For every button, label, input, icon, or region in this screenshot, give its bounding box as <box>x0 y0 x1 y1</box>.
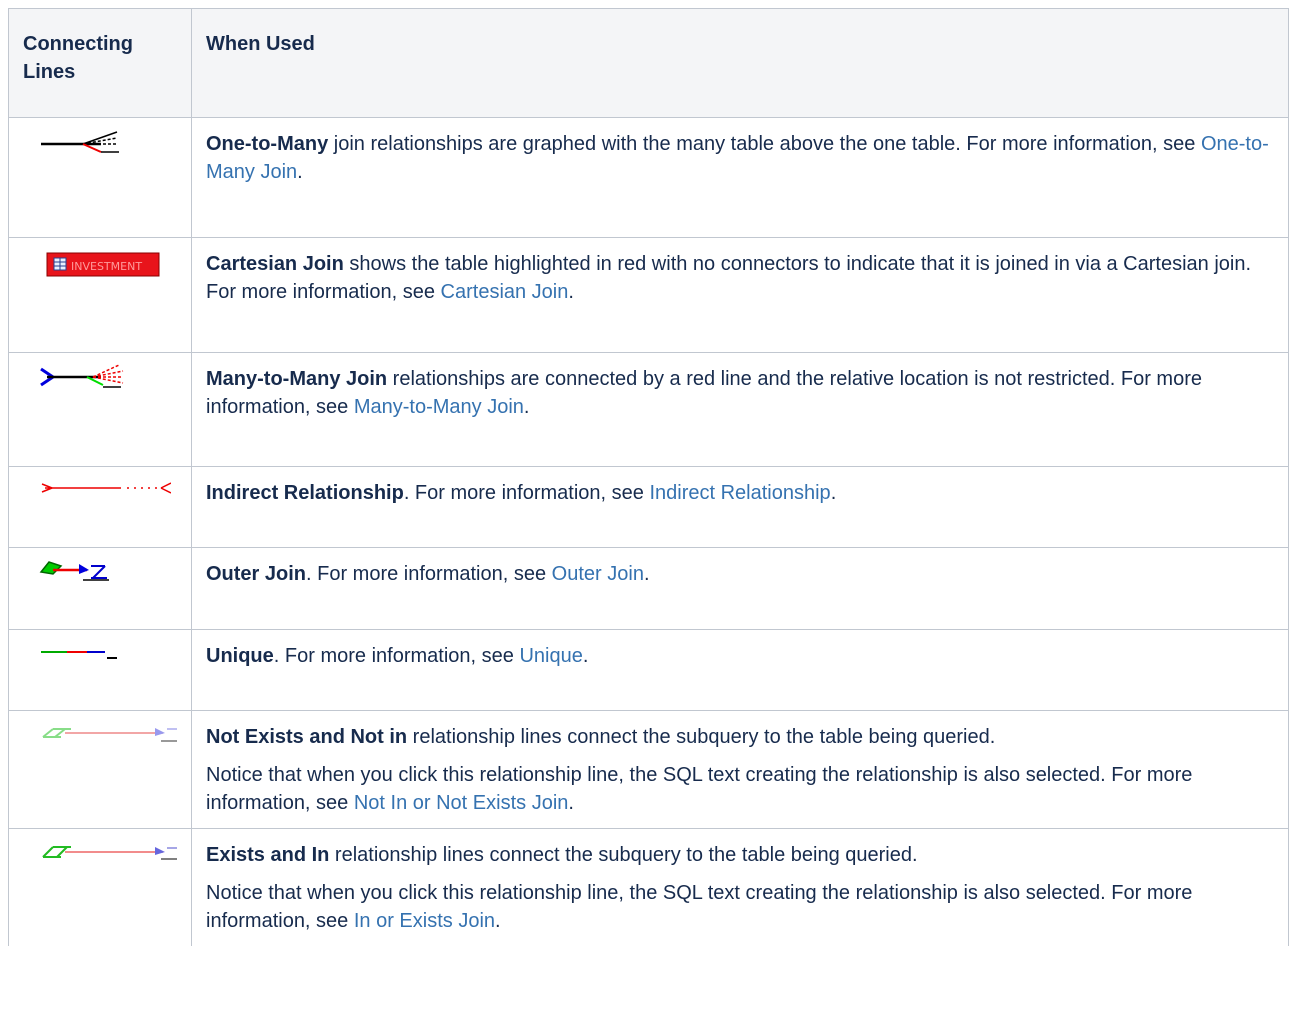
sentence-end: . <box>495 910 501 932</box>
many-to-many-join-link[interactable]: Many-to-Many Join <box>354 396 524 418</box>
term-label: Outer Join <box>206 563 307 585</box>
term-label: Many-to-Many Join <box>206 368 388 390</box>
not-exists-line-icon <box>21 719 181 747</box>
term-label: Unique <box>206 645 274 667</box>
description-body: relationship lines connect the subquery … <box>329 844 918 866</box>
description-text: Outer Join. For more information, see Ou… <box>206 560 1274 588</box>
header-connecting-lines: Connecting Lines <box>8 8 192 118</box>
description-note: Notice that when you click this relation… <box>206 761 1274 817</box>
description-text: Not Exists and Not in relationship lines… <box>206 723 1274 751</box>
many-to-many-line-icon <box>21 361 181 393</box>
outer-join-line-icon <box>21 556 181 584</box>
sentence-end: . <box>568 281 574 303</box>
description-text: Many-to-Many Join relationships are conn… <box>206 365 1274 421</box>
cartesian-table-label: INVESTMENT <box>71 260 142 273</box>
not-in-or-not-exists-join-link[interactable]: Not In or Not Exists Join <box>354 792 569 814</box>
table-row: Indirect Relationship. For more informat… <box>8 466 1289 548</box>
table-row: One-to-Many join relationships are graph… <box>8 117 1289 238</box>
sentence-end: . <box>568 792 574 814</box>
sentence-end: . <box>297 161 303 183</box>
description-text: Indirect Relationship. For more informat… <box>206 479 1274 507</box>
unique-line-icon <box>21 638 181 666</box>
table-row: INVESTMENT Cartesian Join shows the tabl… <box>8 237 1289 353</box>
outer-join-link[interactable]: Outer Join <box>552 563 644 585</box>
description-cell: Outer Join. For more information, see Ou… <box>191 547 1289 630</box>
unique-link[interactable]: Unique <box>519 645 582 667</box>
term-label: Exists and In <box>206 844 330 866</box>
indirect-relationship-line-icon <box>21 475 181 501</box>
description-note: Notice that when you click this relation… <box>206 879 1274 935</box>
description-body: relationship lines connect the subquery … <box>407 726 996 748</box>
indirect-relationship-link[interactable]: Indirect Relationship <box>649 482 830 504</box>
header-when-used: When Used <box>191 8 1289 118</box>
sentence-end: . <box>523 396 530 418</box>
description-cell: Unique. For more information, see Unique… <box>191 629 1289 711</box>
header-row: Connecting Lines When Used <box>8 8 1289 118</box>
cartesian-join-link[interactable]: Cartesian Join <box>441 281 569 303</box>
icon-cell: INVESTMENT <box>8 237 192 353</box>
table-row: Outer Join. For more information, see Ou… <box>8 547 1289 630</box>
description-cell: Cartesian Join shows the table highlight… <box>191 237 1289 353</box>
sentence-end: . <box>830 482 837 504</box>
sentence-end: . <box>582 645 589 667</box>
table-row: Not Exists and Not in relationship lines… <box>8 710 1289 829</box>
in-or-exists-join-link[interactable]: In or Exists Join <box>354 910 495 932</box>
description-text: Cartesian Join shows the table highlight… <box>206 250 1274 306</box>
table-row: Unique. For more information, see Unique… <box>8 629 1289 711</box>
icon-cell <box>8 710 192 829</box>
connecting-lines-table: Connecting Lines When Used One-to-Many j… <box>8 8 1289 946</box>
term-label: Indirect Relationship <box>206 482 404 504</box>
description-body: . For more information, see <box>306 563 552 585</box>
description-cell: One-to-Many join relationships are graph… <box>191 117 1289 238</box>
exists-line-icon <box>21 837 181 865</box>
sentence-end: . <box>643 563 650 585</box>
description-body: join relationships are graphed with the … <box>328 133 1201 155</box>
one-to-many-line-icon <box>21 126 181 156</box>
icon-cell <box>8 352 192 467</box>
icon-cell <box>8 828 192 946</box>
description-body: shows the table highlighted in red with … <box>206 253 1252 303</box>
term-label: One-to-Many <box>206 133 329 155</box>
icon-cell <box>8 466 192 548</box>
description-cell: Exists and In relationship lines connect… <box>191 828 1289 946</box>
icon-cell <box>8 547 192 630</box>
cartesian-table-icon: INVESTMENT <box>21 246 181 282</box>
table-row: Exists and In relationship lines connect… <box>8 828 1289 946</box>
term-label: Not Exists and Not in <box>206 726 408 748</box>
icon-cell <box>8 117 192 238</box>
description-cell: Many-to-Many Join relationships are conn… <box>191 352 1289 467</box>
description-cell: Indirect Relationship. For more informat… <box>191 466 1289 548</box>
description-text: Exists and In relationship lines connect… <box>206 841 1274 869</box>
table-row: Many-to-Many Join relationships are conn… <box>8 352 1289 467</box>
description-body: . For more information, see <box>403 482 650 504</box>
description-text: One-to-Many join relationships are graph… <box>206 130 1274 186</box>
icon-cell <box>8 629 192 711</box>
description-text: Unique. For more information, see Unique… <box>206 642 1274 670</box>
term-label: Cartesian Join <box>206 253 344 275</box>
description-cell: Not Exists and Not in relationship lines… <box>191 710 1289 829</box>
description-body: . For more information, see <box>273 645 520 667</box>
